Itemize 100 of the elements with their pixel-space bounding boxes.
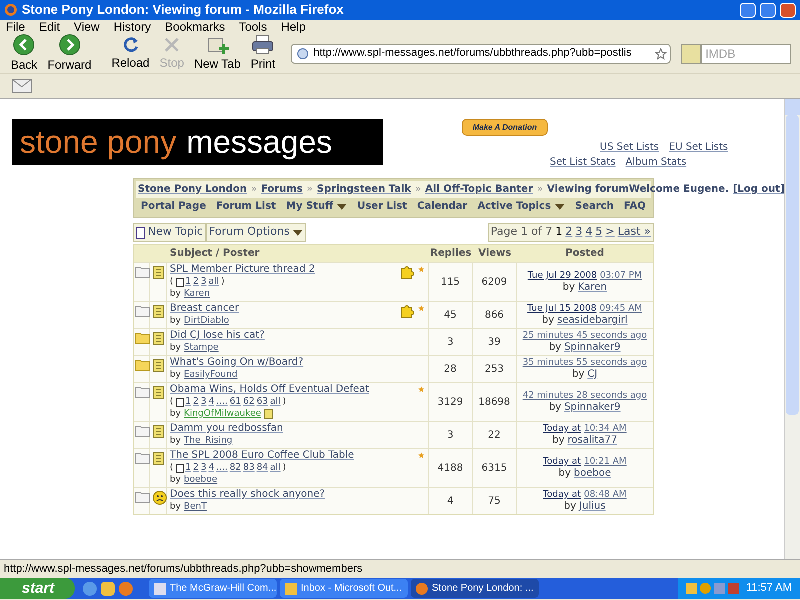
- bookmark-star-icon[interactable]: [654, 48, 667, 60]
- nav-link[interactable]: Active Topics: [478, 199, 566, 214]
- page-link[interactable]: all: [270, 396, 281, 408]
- nav-link[interactable]: User List: [357, 199, 408, 214]
- taskbar-button[interactable]: The McGraw-Hill Com...: [149, 579, 277, 598]
- taskbar-button[interactable]: Stone Pony London: ...: [411, 579, 539, 598]
- page-link[interactable]: 4: [208, 462, 214, 474]
- posted-time-link[interactable]: 03:07 PM: [600, 270, 642, 282]
- nav-link[interactable]: Portal Page: [141, 199, 206, 214]
- posted-time-link[interactable]: 10:34 AM: [584, 423, 627, 435]
- toolbar-button[interactable]: New Tab: [191, 34, 244, 72]
- page-link[interactable]: 1: [186, 462, 192, 474]
- page-link[interactable]: 3: [576, 224, 583, 241]
- breadcrumb-link[interactable]: Stone Pony London: [138, 182, 248, 197]
- poster-link[interactable]: Julius: [579, 501, 606, 513]
- forum-options-button[interactable]: Forum Options: [206, 223, 306, 242]
- posted-date-link[interactable]: 35 minutes 55 seconds ago: [522, 357, 648, 369]
- search-field[interactable]: IMDB: [700, 44, 791, 64]
- posted-time-link[interactable]: 09:45 AM: [600, 303, 642, 315]
- posted-date-link[interactable]: Tue Jul 29 2008: [528, 270, 598, 282]
- page-link[interactable]: 2: [193, 276, 199, 288]
- breadcrumb-link[interactable]: Forums: [261, 182, 303, 197]
- maximize-button[interactable]: [760, 2, 776, 18]
- new-topic-button[interactable]: New Topic: [133, 223, 206, 242]
- page-link[interactable]: Last »: [618, 224, 651, 241]
- posted-date-link[interactable]: Tue Jul 15 2008: [528, 303, 597, 315]
- topic-title-link[interactable]: Breast cancer: [170, 303, 240, 314]
- topic-title-link[interactable]: SPL Member Picture thread 2: [170, 264, 316, 275]
- quick-launch-icon[interactable]: [101, 582, 115, 596]
- page-link[interactable]: ....: [216, 396, 228, 408]
- poster-link[interactable]: Karen: [184, 288, 210, 300]
- menu-item[interactable]: History: [114, 18, 152, 36]
- topic-title-link[interactable]: Damm you redbossfan: [170, 423, 284, 434]
- posted-date-link[interactable]: Today at: [543, 489, 582, 501]
- page-link[interactable]: ....: [216, 462, 228, 474]
- page-link[interactable]: 62: [243, 396, 255, 408]
- nav-link[interactable]: Search: [575, 199, 614, 214]
- posted-date-link[interactable]: 25 minutes 45 seconds ago: [522, 330, 648, 342]
- menu-item[interactable]: File: [6, 18, 26, 36]
- poster-link[interactable]: Karen: [578, 282, 608, 294]
- page-link[interactable]: 63: [256, 396, 268, 408]
- page-link[interactable]: 3: [200, 462, 207, 474]
- page-link[interactable]: 5: [596, 224, 603, 241]
- address-field[interactable]: http://www.spl-messages.net/forums/ubbthreads.php?ubb=postlis: [290, 44, 671, 64]
- stats-link[interactable]: Album Stats: [626, 155, 687, 170]
- tray-icon[interactable]: [728, 583, 740, 594]
- toolbar-button[interactable]: Back: [8, 34, 41, 74]
- toolbar-button[interactable]: Print: [248, 34, 279, 72]
- topic-title-link[interactable]: What's Going On w/Board?: [170, 357, 304, 368]
- topic-title-link[interactable]: Does this really shock anyone?: [170, 489, 326, 500]
- poster-link[interactable]: boeboe: [184, 474, 218, 486]
- posted-time-link[interactable]: 08:48 AM: [584, 489, 627, 501]
- poster-link[interactable]: Stampe: [184, 342, 219, 354]
- page-link[interactable]: 4: [586, 224, 593, 241]
- poster-link[interactable]: seasidebargirl: [557, 315, 628, 327]
- toolbar-button[interactable]: Forward: [44, 34, 95, 74]
- page-link[interactable]: 1: [186, 396, 192, 408]
- logout-link[interactable]: [Log out]: [733, 182, 784, 197]
- tray-icon[interactable]: [700, 583, 712, 594]
- menu-item[interactable]: Help: [281, 18, 306, 36]
- tray-icon[interactable]: [686, 583, 698, 594]
- poster-link[interactable]: Spinnaker9: [564, 402, 621, 414]
- nav-link[interactable]: Calendar: [417, 199, 468, 214]
- menu-item[interactable]: Bookmarks: [165, 18, 226, 36]
- topic-title-link[interactable]: Obama Wins, Holds Off Eventual Defeat: [170, 384, 370, 395]
- posted-date-link[interactable]: Today at: [543, 423, 582, 435]
- donate-button[interactable]: Make A Donation: [462, 119, 548, 136]
- start-button[interactable]: start: [0, 578, 75, 599]
- page-link[interactable]: 2: [193, 462, 199, 474]
- toolbar-button[interactable]: Reload: [108, 36, 153, 72]
- scrollbar[interactable]: [784, 99, 800, 559]
- page-link[interactable]: 4: [208, 396, 214, 408]
- poster-link[interactable]: CJ: [588, 369, 598, 381]
- nav-link[interactable]: My Stuff: [286, 199, 348, 214]
- page-link[interactable]: 84: [256, 462, 268, 474]
- page-link[interactable]: 1: [556, 224, 563, 241]
- poster-link[interactable]: rosalita77: [568, 435, 618, 447]
- close-button[interactable]: [780, 2, 796, 18]
- posted-date-link[interactable]: Today at: [543, 456, 582, 468]
- taskbar-button[interactable]: Inbox - Microsoft Out...: [280, 579, 408, 598]
- menu-item[interactable]: View: [74, 18, 100, 36]
- menu-item[interactable]: Edit: [39, 18, 60, 36]
- set-list-link[interactable]: EU Set Lists: [669, 140, 728, 155]
- poster-link[interactable]: BenT: [184, 501, 207, 513]
- topic-title-link[interactable]: The SPL 2008 Euro Coffee Club Table: [170, 450, 354, 461]
- poster-link[interactable]: EasilyFound: [184, 369, 238, 381]
- page-link[interactable]: 83: [243, 462, 255, 474]
- posted-time-link[interactable]: 10:21 AM: [584, 456, 627, 468]
- breadcrumb-link[interactable]: All Off-Topic Banter: [425, 182, 534, 197]
- poster-link[interactable]: boeboe: [574, 468, 612, 480]
- poster-link[interactable]: Spinnaker9: [564, 342, 621, 354]
- quick-launch-icon[interactable]: [119, 582, 133, 596]
- poster-link[interactable]: DirtDiablo: [184, 315, 230, 327]
- page-link[interactable]: all: [270, 462, 281, 474]
- topic-title-link[interactable]: Did CJ lose his cat?: [170, 330, 265, 341]
- stats-link[interactable]: Set List Stats: [550, 155, 616, 170]
- nav-link[interactable]: FAQ: [624, 199, 646, 214]
- page-link[interactable]: 2: [566, 224, 573, 241]
- set-list-link[interactable]: US Set Lists: [600, 140, 660, 155]
- page-link[interactable]: >: [606, 224, 615, 241]
